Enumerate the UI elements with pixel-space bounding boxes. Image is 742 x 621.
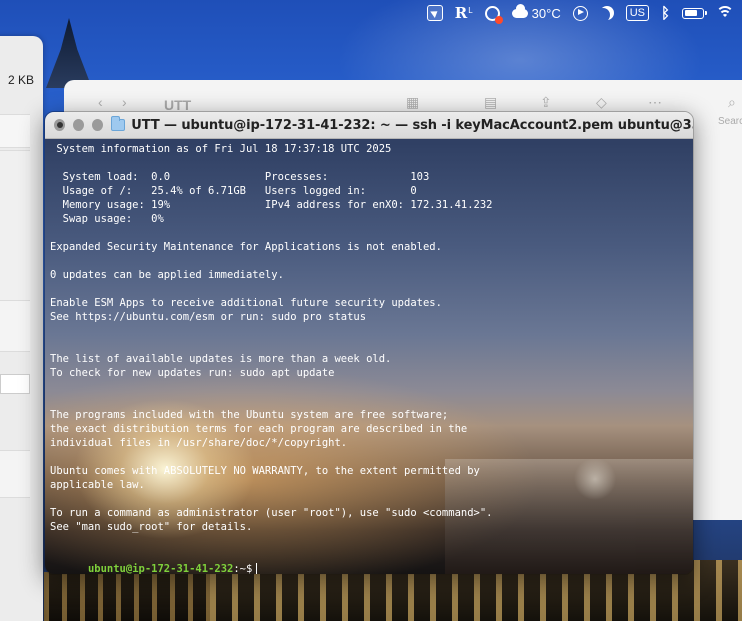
finder-text-field[interactable] (0, 374, 30, 394)
wifi-icon (716, 6, 734, 20)
zoom-window-button[interactable] (91, 119, 103, 131)
finder-window-left (0, 36, 43, 621)
battery-charging-icon (682, 7, 707, 19)
terminal-line: Expanded Security Maintenance for Applic… (50, 241, 442, 253)
menubar-r-app[interactable]: RL (455, 3, 473, 23)
record-ring-icon (484, 5, 503, 24)
terminal-line: See https://ubuntu.com/esm or run: sudo … (50, 311, 367, 323)
forward-chevron-icon[interactable]: › (122, 94, 127, 110)
menubar-bluetooth[interactable]: ᛒ (661, 3, 670, 23)
share-icon[interactable]: ⇪ (540, 94, 552, 111)
menubar-now-playing[interactable] (572, 3, 588, 23)
play-circle-icon (572, 5, 588, 21)
terminal-window[interactable]: UTT — ubuntu@ip-172-31-41-232: ~ — ssh -… (44, 111, 694, 575)
terminal-line: See "man sudo_root" for details. (50, 521, 253, 533)
moon-icon (596, 8, 610, 22)
back-chevron-icon[interactable]: ‹ (98, 94, 103, 110)
terminal-line: Usage of /: 25.4% of 6.71GB Users logged… (50, 185, 417, 197)
terminal-prompt-line[interactable]: ubuntu@ip-172-31-41-232:~$ (50, 548, 688, 575)
terminal-line: Swap usage: 0% (50, 213, 164, 225)
terminal-line: Ubuntu comes with ABSOLUTELY NO WARRANTY… (50, 465, 480, 477)
finder-panel (0, 150, 30, 302)
cursor-box-icon (426, 5, 443, 21)
terminal-line: applicable law. (50, 479, 145, 491)
terminal-line: The programs included with the Ubuntu sy… (50, 409, 449, 421)
menubar-battery[interactable] (682, 3, 707, 23)
terminal-line: individual files in /usr/share/doc/*/cop… (50, 437, 348, 449)
folder-icon (110, 116, 126, 131)
terminal-titlebar[interactable]: UTT — ubuntu@ip-172-31-41-232: ~ — ssh -… (45, 112, 693, 139)
menubar-focus[interactable] (600, 3, 614, 23)
terminal-line: The list of available updates is more th… (50, 353, 392, 365)
text-cursor (256, 563, 258, 574)
wallpaper-building-left (44, 572, 214, 621)
minimize-window-button[interactable] (72, 119, 84, 131)
terminal-output: System information as of Fri Jul 18 17:3… (50, 142, 688, 534)
grid-view-icon[interactable]: ▦ (406, 94, 419, 111)
bluetooth-icon: ᛒ (660, 4, 670, 22)
wallpaper-spire (46, 18, 92, 88)
menubar-screen-record-icon[interactable] (484, 3, 503, 24)
menubar-weather[interactable]: 30°C (511, 3, 561, 23)
r-app-icon: R (454, 4, 468, 22)
weather-temperature: 30°C (531, 5, 561, 21)
terminal-line: System information as of Fri Jul 18 17:3… (50, 143, 392, 155)
terminal-line: To run a command as administrator (user … (50, 507, 493, 519)
menubar-input-source[interactable]: US (625, 3, 649, 23)
menubar-wifi[interactable] (716, 3, 734, 23)
finder-row (0, 114, 30, 148)
terminal-body[interactable]: System information as of Fri Jul 18 17:3… (45, 139, 693, 574)
search-label: Searc (718, 116, 742, 127)
search-icon[interactable]: ⌕ (728, 94, 736, 111)
terminal-line: the exact distribution terms for each pr… (50, 423, 468, 435)
prompt-path: :~$ (233, 563, 253, 575)
prompt-user-host: ubuntu@ip-172-31-41-232 (87, 563, 234, 575)
terminal-line: Memory usage: 19% IPv4 address for enX0:… (50, 199, 493, 211)
keyboard-layout-badge: US (625, 5, 649, 21)
menu-bar: RL 30°C US ᛒ (0, 0, 742, 26)
terminal-line: Enable ESM Apps to receive additional fu… (50, 297, 442, 309)
file-size-label: 2 KB (8, 73, 35, 87)
close-window-button[interactable] (54, 119, 65, 131)
terminal-line: 0 updates can be applied immediately. (50, 269, 284, 281)
more-options-icon[interactable]: ⋯ (648, 94, 662, 111)
terminal-line: System load: 0.0 Processes: 103 (50, 171, 430, 183)
finder-panel (0, 300, 30, 352)
group-view-icon[interactable]: ▤ (484, 94, 497, 111)
cloud-icon (511, 3, 528, 18)
menubar-cursor-app-icon[interactable] (426, 3, 443, 23)
terminal-line: To check for new updates run: sudo apt u… (50, 367, 335, 379)
tag-icon[interactable]: ◇ (596, 94, 607, 111)
finder-panel (0, 450, 30, 498)
terminal-title: UTT — ubuntu@ip-172-31-41-232: ~ — ssh -… (131, 117, 694, 133)
